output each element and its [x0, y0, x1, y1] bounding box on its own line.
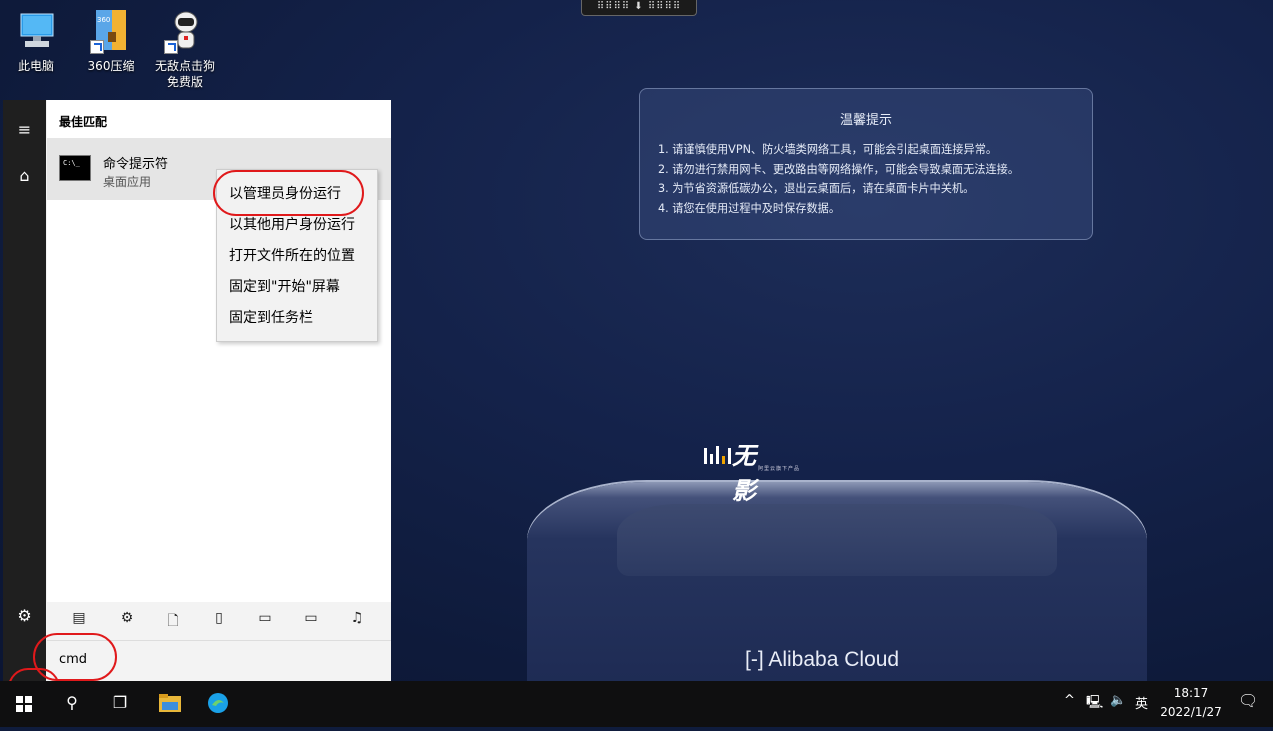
brand-name: 无影 [732, 442, 757, 505]
desktop-icon-label: 360压缩 [87, 59, 135, 73]
robot-app-icon [162, 8, 208, 54]
context-open-file-location[interactable]: 打开文件所在的位置 [229, 245, 355, 265]
command-prompt-icon-text: C:\_ [63, 159, 80, 167]
computer-icon [13, 8, 59, 54]
clock-time: 18:17 [1173, 686, 1209, 700]
file-explorer-icon[interactable] [146, 681, 194, 727]
music-filter-icon[interactable]: ♫ [345, 610, 369, 626]
notice-line: 3. 为节省资源低碳办公，退出云桌面后，请在桌面卡片中关机。 [658, 182, 975, 195]
desktop-icon-label: 无敌点击狗 免费版 [154, 59, 215, 89]
apps-filter-icon[interactable]: ▤ [67, 610, 91, 626]
documents-filter-icon[interactable]: 🗋 [161, 610, 185, 634]
taskbar: ⚲ ❐ ^ 🖳 🔈 英 18:17 2022/1/27 🗨 [0, 681, 1273, 727]
svg-text:360: 360 [97, 16, 110, 24]
context-run-as-other-user[interactable]: 以其他用户身份运行 [229, 214, 355, 234]
start-rail: ≡ ⌂ ⚙ [3, 100, 46, 681]
shortcut-arrow-icon [90, 40, 104, 54]
notice-line: 1. 请谨慎使用VPN、防火墙类网络工具，可能会引起桌面连接异常。 [658, 143, 998, 156]
ime-language-indicator[interactable]: 英 [1135, 693, 1148, 712]
context-pin-to-start[interactable]: 固定到"开始"屏幕 [229, 276, 340, 296]
notification-center-icon[interactable]: 🗨 [1238, 691, 1258, 710]
edge-icon[interactable] [194, 681, 242, 727]
notice-card: 温馨提示 1. 请谨慎使用VPN、防火墙类网络工具，可能会引起桌面连接异常。 2… [639, 88, 1093, 240]
clock-date: 2022/1/27 [1160, 705, 1222, 719]
start-icon[interactable] [0, 681, 48, 727]
remote-control-bar[interactable]: ⠿⠿⠿⠿ ⬇ ⠿⠿⠿⠿ [581, 0, 697, 16]
videos-filter-icon[interactable]: ▭ [299, 610, 323, 626]
shortcut-arrow-icon [164, 40, 178, 54]
alibaba-bracket-icon: [-] [745, 648, 769, 671]
hamburger-menu-icon[interactable]: ≡ [3, 120, 46, 139]
best-match-name: 命令提示符 [103, 157, 169, 172]
home-icon[interactable]: ⌂ [3, 166, 46, 185]
best-match-header: 最佳匹配 [59, 115, 108, 129]
best-match-type: 桌面应用 [103, 175, 152, 189]
task-view-icon[interactable]: ❐ [96, 681, 144, 727]
notice-line: 4. 请您在使用过程中及时保存数据。 [658, 201, 841, 215]
desktop-icon-label: 此电脑 [17, 59, 54, 73]
command-prompt-icon: C:\_ [59, 155, 91, 181]
notice-title: 温馨提示 [839, 113, 892, 128]
search-input[interactable]: cmd [47, 640, 391, 682]
desktop-icon-this-pc[interactable]: 此电脑 [3, 8, 69, 74]
notice-line: 2. 请勿进行禁用网卡、更改路由等网络操作，可能会导致桌面无法连接。 [658, 162, 1020, 176]
desktop-icon-click-dog[interactable]: 无敌点击狗 免费版 [152, 8, 218, 90]
settings-gear-icon[interactable]: ⚙ [3, 606, 46, 625]
zip-archive-icon: 360 [88, 8, 134, 54]
alibaba-cloud-text: Alibaba Cloud [768, 648, 900, 671]
photos-filter-icon[interactable]: ▭ [253, 610, 277, 626]
settings-filter-icon[interactable]: ⚙ [115, 610, 139, 626]
search-icon[interactable]: ⚲ [48, 681, 96, 727]
context-menu: 以管理员身份运行 以其他用户身份运行 打开文件所在的位置 固定到"开始"屏幕 固… [216, 169, 378, 342]
brand-subtitle: 阿里云旗下产品 [758, 466, 801, 472]
alibaba-cloud-logo: [-] Alibaba Cloud [745, 648, 899, 672]
tray-chevron-icon[interactable]: ^ [1064, 693, 1075, 708]
search-query-text: cmd [59, 652, 88, 667]
desktop-icon-360zip[interactable]: 360 360压缩 [78, 8, 144, 74]
volume-icon[interactable]: 🔈 [1110, 693, 1126, 708]
network-icon[interactable]: 🖳 [1086, 693, 1103, 715]
context-pin-to-taskbar[interactable]: 固定到任务栏 [229, 307, 313, 327]
device-screen [617, 504, 1057, 576]
clock[interactable]: 18:17 2022/1/27 [1158, 684, 1224, 722]
devices-filter-icon[interactable]: ▯ [207, 610, 231, 626]
search-filter-bar: ▤ ⚙ 🗋 ▯ ▭ ▭ ♫ [47, 602, 391, 640]
context-run-as-admin[interactable]: 以管理员身份运行 [229, 183, 341, 203]
